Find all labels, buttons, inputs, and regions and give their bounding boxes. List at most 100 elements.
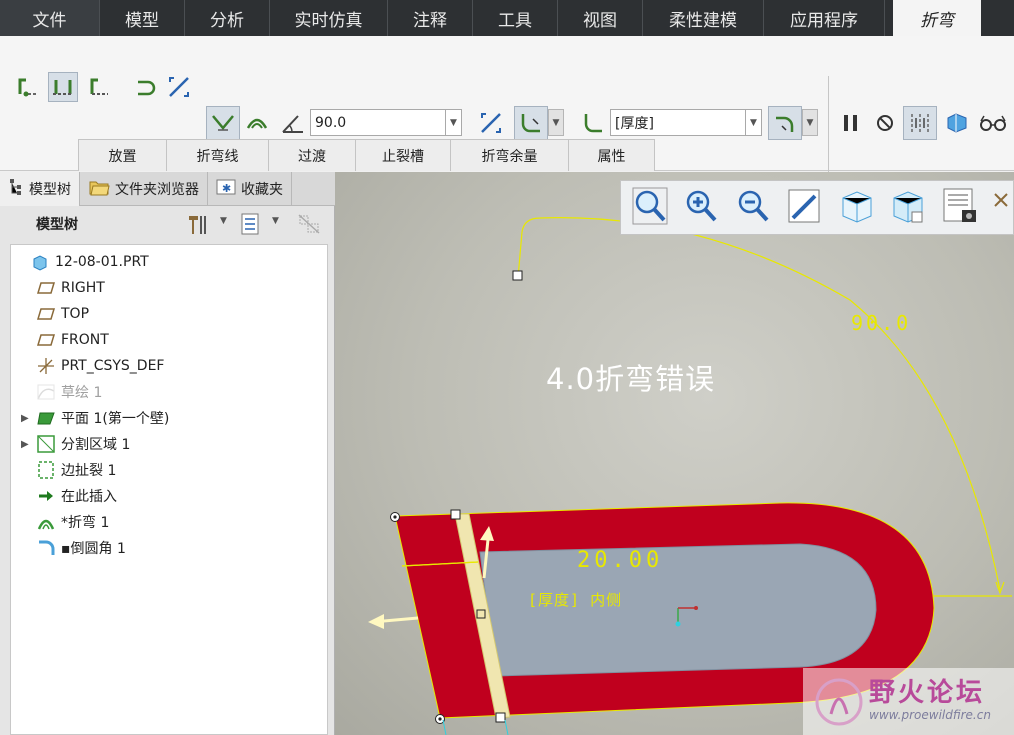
bend-angle-dropdown[interactable]: ▼ (446, 109, 462, 136)
menu-applications[interactable]: 应用程序 (764, 0, 885, 36)
tab-transition[interactable]: 过渡 (268, 139, 356, 171)
edge-rip-icon (35, 460, 57, 480)
menu-live-simulation[interactable]: 实时仿真 (270, 0, 388, 36)
rolled-bend-icon[interactable] (132, 72, 162, 102)
radius-side-icon[interactable] (768, 106, 802, 140)
bend-radius-type-icon[interactable] (514, 106, 548, 140)
tree-item[interactable]: ▶ 平面 1(第一个壁) (21, 405, 169, 431)
zoom-in-button[interactable] (680, 186, 721, 230)
folder-icon (88, 178, 110, 200)
saved-orientations-button[interactable] (835, 186, 876, 230)
repaint-button[interactable] (783, 186, 824, 230)
tree-item[interactable]: 草绘 1 (21, 379, 102, 405)
expand-arrow-icon[interactable]: ▶ (21, 439, 35, 450)
graphics-toolbar (620, 180, 1014, 235)
radius-side-dropdown[interactable]: ▼ (802, 109, 818, 136)
tree-item[interactable]: ▶ 分割区域 1 (21, 431, 130, 457)
round-icon (35, 538, 57, 558)
zoom-out-button[interactable] (732, 186, 773, 230)
tree-item[interactable]: PRT_CSYS_DEF (21, 353, 164, 379)
menu-bend-tab[interactable]: 折弯 (893, 0, 981, 36)
tab-properties[interactable]: 属性 (568, 139, 655, 171)
thickness-radius-icon (578, 108, 608, 138)
datum-display-button[interactable] (989, 186, 1013, 230)
tree-item[interactable]: 在此插入 (21, 483, 117, 509)
tree-item-label: 在此插入 (61, 489, 117, 505)
tree-item-label: ▪倒圆角 1 (61, 541, 126, 557)
tab-bend-allowance[interactable]: 折弯余量 (450, 139, 569, 171)
tree-filters-icon[interactable] (240, 212, 262, 240)
tree-show-icon[interactable] (296, 212, 322, 240)
tree-item[interactable]: 12-08-01.PRT (15, 249, 149, 275)
menu-tools[interactable]: 工具 (473, 0, 558, 36)
display-style-button[interactable] (886, 186, 927, 230)
tab-model-tree[interactable]: 模型树 (0, 172, 80, 206)
watermark-title: 野火论坛 (869, 678, 986, 708)
attached-preview-icon[interactable] (903, 106, 937, 140)
menu-annotate[interactable]: 注释 (388, 0, 473, 36)
verify-mode-icon[interactable] (942, 108, 972, 138)
tab-placement[interactable]: 放置 (78, 139, 167, 171)
bend-angle-type-icon[interactable] (206, 106, 240, 140)
menu-file[interactable]: 文件 (0, 0, 100, 36)
graphics-area[interactable] (335, 172, 1014, 735)
bend-radius-dropdown[interactable]: ▼ (746, 109, 762, 136)
flip-direction-icon[interactable] (164, 72, 194, 102)
angle-icon (278, 108, 308, 138)
tree-item-label: 分割区域 1 (61, 437, 131, 453)
tab-bend-line[interactable]: 折弯线 (166, 139, 269, 171)
sketch-icon (35, 382, 57, 402)
bend-radius-input[interactable]: [厚度] (610, 109, 746, 136)
menu-model[interactable]: 模型 (100, 0, 185, 36)
bend-angle-input[interactable]: 90.0 (310, 109, 446, 136)
shaded-cube-icon (888, 186, 926, 230)
tab-relief[interactable]: 止裂槽 (355, 139, 451, 171)
refit-button[interactable] (629, 186, 670, 230)
flat-wall-icon (35, 408, 57, 428)
menu-flexible-modeling[interactable]: 柔性建模 (643, 0, 764, 36)
tree-item[interactable]: *折弯 1 (21, 509, 109, 535)
tree-item-label: *折弯 1 (61, 515, 110, 531)
tree-item[interactable]: RIGHT (21, 275, 105, 301)
bend-both-sides-icon[interactable] (48, 72, 78, 102)
zoom-out-icon (734, 186, 772, 230)
no-preview-icon[interactable] (870, 108, 900, 138)
menu-analysis[interactable]: 分析 (185, 0, 270, 36)
tree-item[interactable]: ▪倒圆角 1 (21, 535, 126, 561)
forum-watermark: 野火论坛 www.proewildfire.cn (803, 668, 1014, 735)
datum-plane-icon (35, 278, 57, 298)
tree-item-label: 平面 1(第一个壁) (61, 411, 170, 427)
part-icon (29, 252, 51, 272)
datum-display-icon (991, 186, 1011, 230)
tab-folder-browser[interactable]: 文件夹浏览器 (80, 172, 208, 206)
zoom-fit-icon (631, 186, 669, 230)
tree-item[interactable]: 边扯裂 1 (21, 457, 116, 483)
angle-dimension-value[interactable]: 90.0 (851, 311, 911, 335)
radius-type-dropdown[interactable]: ▼ (548, 109, 564, 136)
tab-favorites[interactable]: ✱ 收藏夹 (208, 172, 292, 206)
tree-item-label: 边扯裂 1 (61, 463, 117, 479)
tree-settings-dropdown[interactable]: ▼ (220, 216, 227, 226)
view-manager-icon (940, 186, 978, 230)
tree-filters-dropdown[interactable]: ▼ (272, 216, 279, 226)
menu-view[interactable]: 视图 (558, 0, 643, 36)
expand-arrow-icon[interactable]: ▶ (21, 413, 35, 424)
bend-to-selection-icon[interactable] (14, 72, 44, 102)
flip-angle-icon[interactable] (476, 108, 506, 138)
view-manager-button[interactable] (938, 186, 979, 230)
pause-icon[interactable] (836, 108, 866, 138)
tree-item[interactable]: FRONT (21, 327, 109, 353)
thickness-side-label[interactable]: [厚度] 内侧 (528, 589, 622, 610)
length-dimension-value[interactable]: 20.00 (577, 548, 663, 573)
bend-pattern-icon[interactable] (242, 108, 272, 138)
tree-settings-icon[interactable] (186, 212, 210, 240)
insert-here-icon (35, 486, 57, 506)
tab-folder-browser-label: 文件夹浏览器 (115, 182, 199, 198)
bend-one-side-icon[interactable] (84, 72, 114, 102)
glasses-preview-icon[interactable] (978, 108, 1008, 138)
split-area-icon (35, 434, 57, 454)
tree-item-label: FRONT (61, 332, 109, 348)
datum-plane-icon (35, 304, 57, 324)
tree-item[interactable]: TOP (21, 301, 89, 327)
tree-item-label: TOP (61, 306, 90, 322)
